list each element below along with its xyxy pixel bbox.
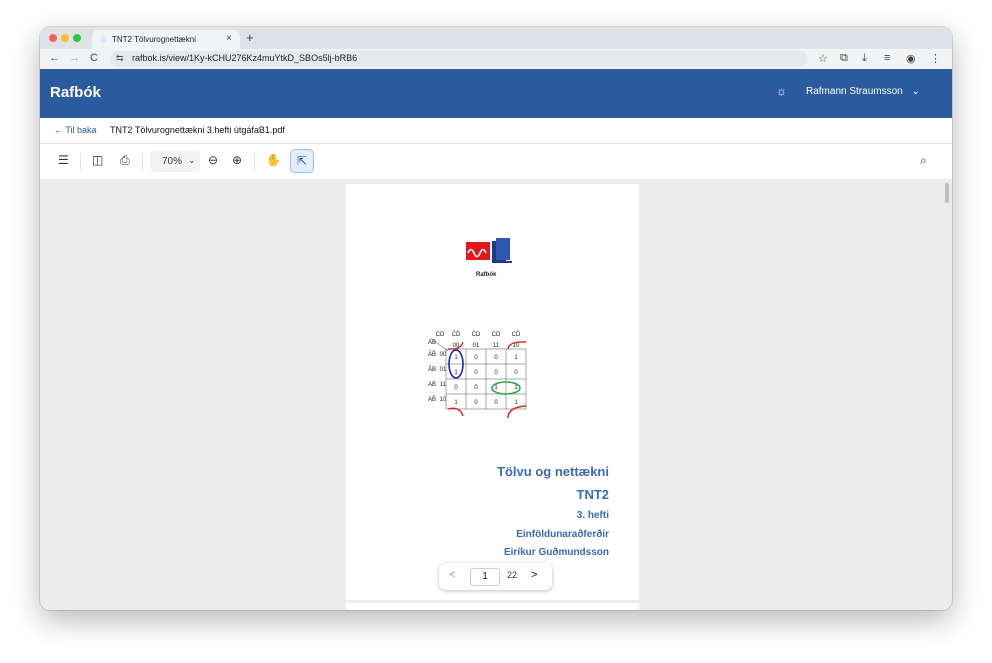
- search-icon[interactable]: ⌕: [920, 153, 927, 168]
- zoom-window-button[interactable]: [73, 34, 81, 42]
- next-page-button[interactable]: >: [531, 569, 537, 581]
- kmap-cell: 1: [494, 385, 498, 391]
- sidebar-toggle-icon[interactable]: ◫: [92, 153, 103, 167]
- extensions-icon[interactable]: ⧉: [840, 52, 848, 65]
- tab-close-icon[interactable]: ×: [226, 33, 232, 44]
- site-info-icon[interactable]: ⇆: [116, 53, 124, 64]
- pdf-viewer[interactable]: Rafbók CD AB C̄D̄ C̄D CD CD̄ 00 01 11 10…: [40, 179, 952, 610]
- reading-list-icon[interactable]: ≡: [884, 52, 890, 64]
- chevron-down-icon: ⌄: [188, 155, 196, 165]
- forward-arrow-icon[interactable]: →: [69, 52, 80, 64]
- kmap-cell: 1: [514, 385, 518, 391]
- rafbok-logo-icon: [466, 238, 512, 263]
- kmap-cell: 0: [494, 355, 498, 361]
- kmap-row-var: AB: [428, 382, 436, 388]
- brand-logo-text[interactable]: Rafbók: [50, 84, 101, 101]
- current-page-input[interactable]: 1: [470, 568, 500, 586]
- kmap-col-var: C̄D: [472, 331, 481, 338]
- kmap-cell: 1: [514, 355, 518, 361]
- kmap-corner-left: AB: [428, 340, 436, 346]
- kmap-cell: 0: [454, 385, 458, 391]
- hand-tool-icon[interactable]: ✋: [266, 153, 281, 167]
- kmap-cell: 0: [474, 400, 478, 406]
- close-window-button[interactable]: [49, 34, 57, 42]
- red-corner-loop: [507, 405, 527, 419]
- hamburger-menu-icon[interactable]: ☰: [58, 153, 69, 167]
- kmap-cell: 0: [474, 385, 478, 391]
- document-course-code: TNT2: [576, 487, 610, 502]
- kmap-cell: 0: [474, 370, 478, 376]
- tab-favicon-icon: [100, 36, 107, 43]
- toolbar-divider: [142, 153, 143, 170]
- kmap-cell: 0: [514, 370, 518, 376]
- scrollbar-thumb[interactable]: [945, 183, 949, 203]
- url-text: rafbok.is/view/1Ky-kCHU276Kz4muYtkD_SBOs…: [132, 53, 358, 63]
- profile-icon[interactable]: ◉: [906, 52, 916, 65]
- new-tab-button[interactable]: +: [246, 30, 254, 45]
- toolbar-divider: [254, 153, 255, 170]
- back-arrow-icon[interactable]: ←: [49, 52, 60, 64]
- kmap-cell: 0: [474, 355, 478, 361]
- kmap-row-var: ĀB: [428, 366, 436, 373]
- pdf-page: Rafbók CD AB C̄D̄ C̄D CD CD̄ 00 01 11 10…: [346, 184, 639, 600]
- toolbar-divider: [80, 153, 81, 170]
- document-main-title: Tölvu og nettækni: [497, 464, 609, 479]
- zoom-value: 70%: [162, 156, 183, 167]
- viewer-toolbar: ☰ ◫ ⎙ 70% ⌄ ⊖ ⊕ ✋ ⇱ ⌕: [40, 144, 952, 180]
- app-header: Rafbók ☼ Rafmann Straumsson ⌄: [40, 69, 952, 118]
- breadcrumb: ← Til baka TNT2 Tölvurognettækni 3.hefti…: [40, 118, 952, 144]
- zoom-in-icon[interactable]: ⊕: [232, 153, 242, 167]
- zoom-select[interactable]: 70% ⌄: [150, 151, 200, 172]
- user-name: Rafmann Straumsson: [806, 86, 903, 97]
- theme-toggle-icon[interactable]: ☼: [776, 84, 787, 98]
- kmap-col-var: C̄D̄: [452, 331, 461, 338]
- kmap-row-var: ĀB̄: [428, 351, 436, 358]
- download-icon[interactable]: ⤓: [862, 52, 867, 65]
- kmap-cell: 1: [514, 400, 518, 406]
- minimize-window-button[interactable]: [61, 34, 69, 42]
- kmap-col-code: 10: [513, 343, 520, 349]
- address-bar: ← → C ⇆ rafbok.is/view/1Ky-kCHU276Kz4muY…: [40, 49, 952, 69]
- menu-dots-icon[interactable]: ⋮: [930, 52, 941, 65]
- kmap-cell: 0: [494, 370, 498, 376]
- document-author: Eiríkur Guðmundsson: [503, 547, 609, 558]
- kmap-cell: 1: [454, 355, 458, 361]
- kmap-col-code: 01: [473, 343, 480, 349]
- pdf-page-next: [346, 603, 639, 610]
- karnaugh-map-figure: CD AB C̄D̄ C̄D CD CD̄ 00 01 11 10 ĀB̄ ĀB…: [428, 331, 527, 419]
- page-navigator: < 1 22 >: [439, 563, 552, 590]
- select-tool-icon[interactable]: ⇱: [290, 149, 314, 173]
- red-corner-loop: [447, 407, 464, 417]
- tab-title: TNT2 Tölvurognettækni: [112, 35, 196, 44]
- kmap-cell: 1: [454, 400, 458, 406]
- kmap-col-var: CD̄: [512, 331, 521, 338]
- kmap-cell: 0: [494, 400, 498, 406]
- user-menu[interactable]: Rafmann Straumsson ⌄: [806, 86, 920, 97]
- star-icon[interactable]: ☆: [818, 52, 828, 65]
- previous-page-button[interactable]: <: [449, 569, 455, 581]
- kmap-row-var: AB̄: [428, 396, 436, 403]
- kmap-col-var: CD: [492, 332, 501, 338]
- browser-window: TNT2 Tölvurognettækni × + ← → C ⇆ rafbok…: [40, 27, 952, 610]
- browser-tab[interactable]: TNT2 Tölvurognettækni ×: [92, 30, 240, 49]
- document-subtitle: Einföldunaraðferðir: [516, 529, 609, 540]
- url-field[interactable]: ⇆ rafbok.is/view/1Ky-kCHU276Kz4muYtkD_SB…: [110, 51, 808, 67]
- logo-label: Rafbók: [476, 272, 497, 278]
- kmap-col-code: 11: [493, 343, 500, 349]
- kmap-row-code: 11: [440, 382, 447, 388]
- export-file-icon[interactable]: ⎙: [120, 153, 130, 168]
- chevron-down-icon: ⌄: [911, 86, 920, 97]
- document-title: TNT2 Tölvurognettækni 3.hefti útgáfaB1.p…: [110, 125, 285, 135]
- kmap-cell: 1: [454, 370, 458, 376]
- document-volume: 3. hefti: [576, 510, 609, 521]
- zoom-out-icon[interactable]: ⊖: [208, 153, 218, 167]
- reload-icon[interactable]: C: [90, 52, 98, 64]
- back-link[interactable]: ← Til baka: [54, 125, 97, 135]
- tab-strip: TNT2 Tölvurognettækni × +: [40, 27, 952, 49]
- kmap-corner-top: CD: [436, 332, 445, 338]
- total-pages: 22: [507, 570, 518, 580]
